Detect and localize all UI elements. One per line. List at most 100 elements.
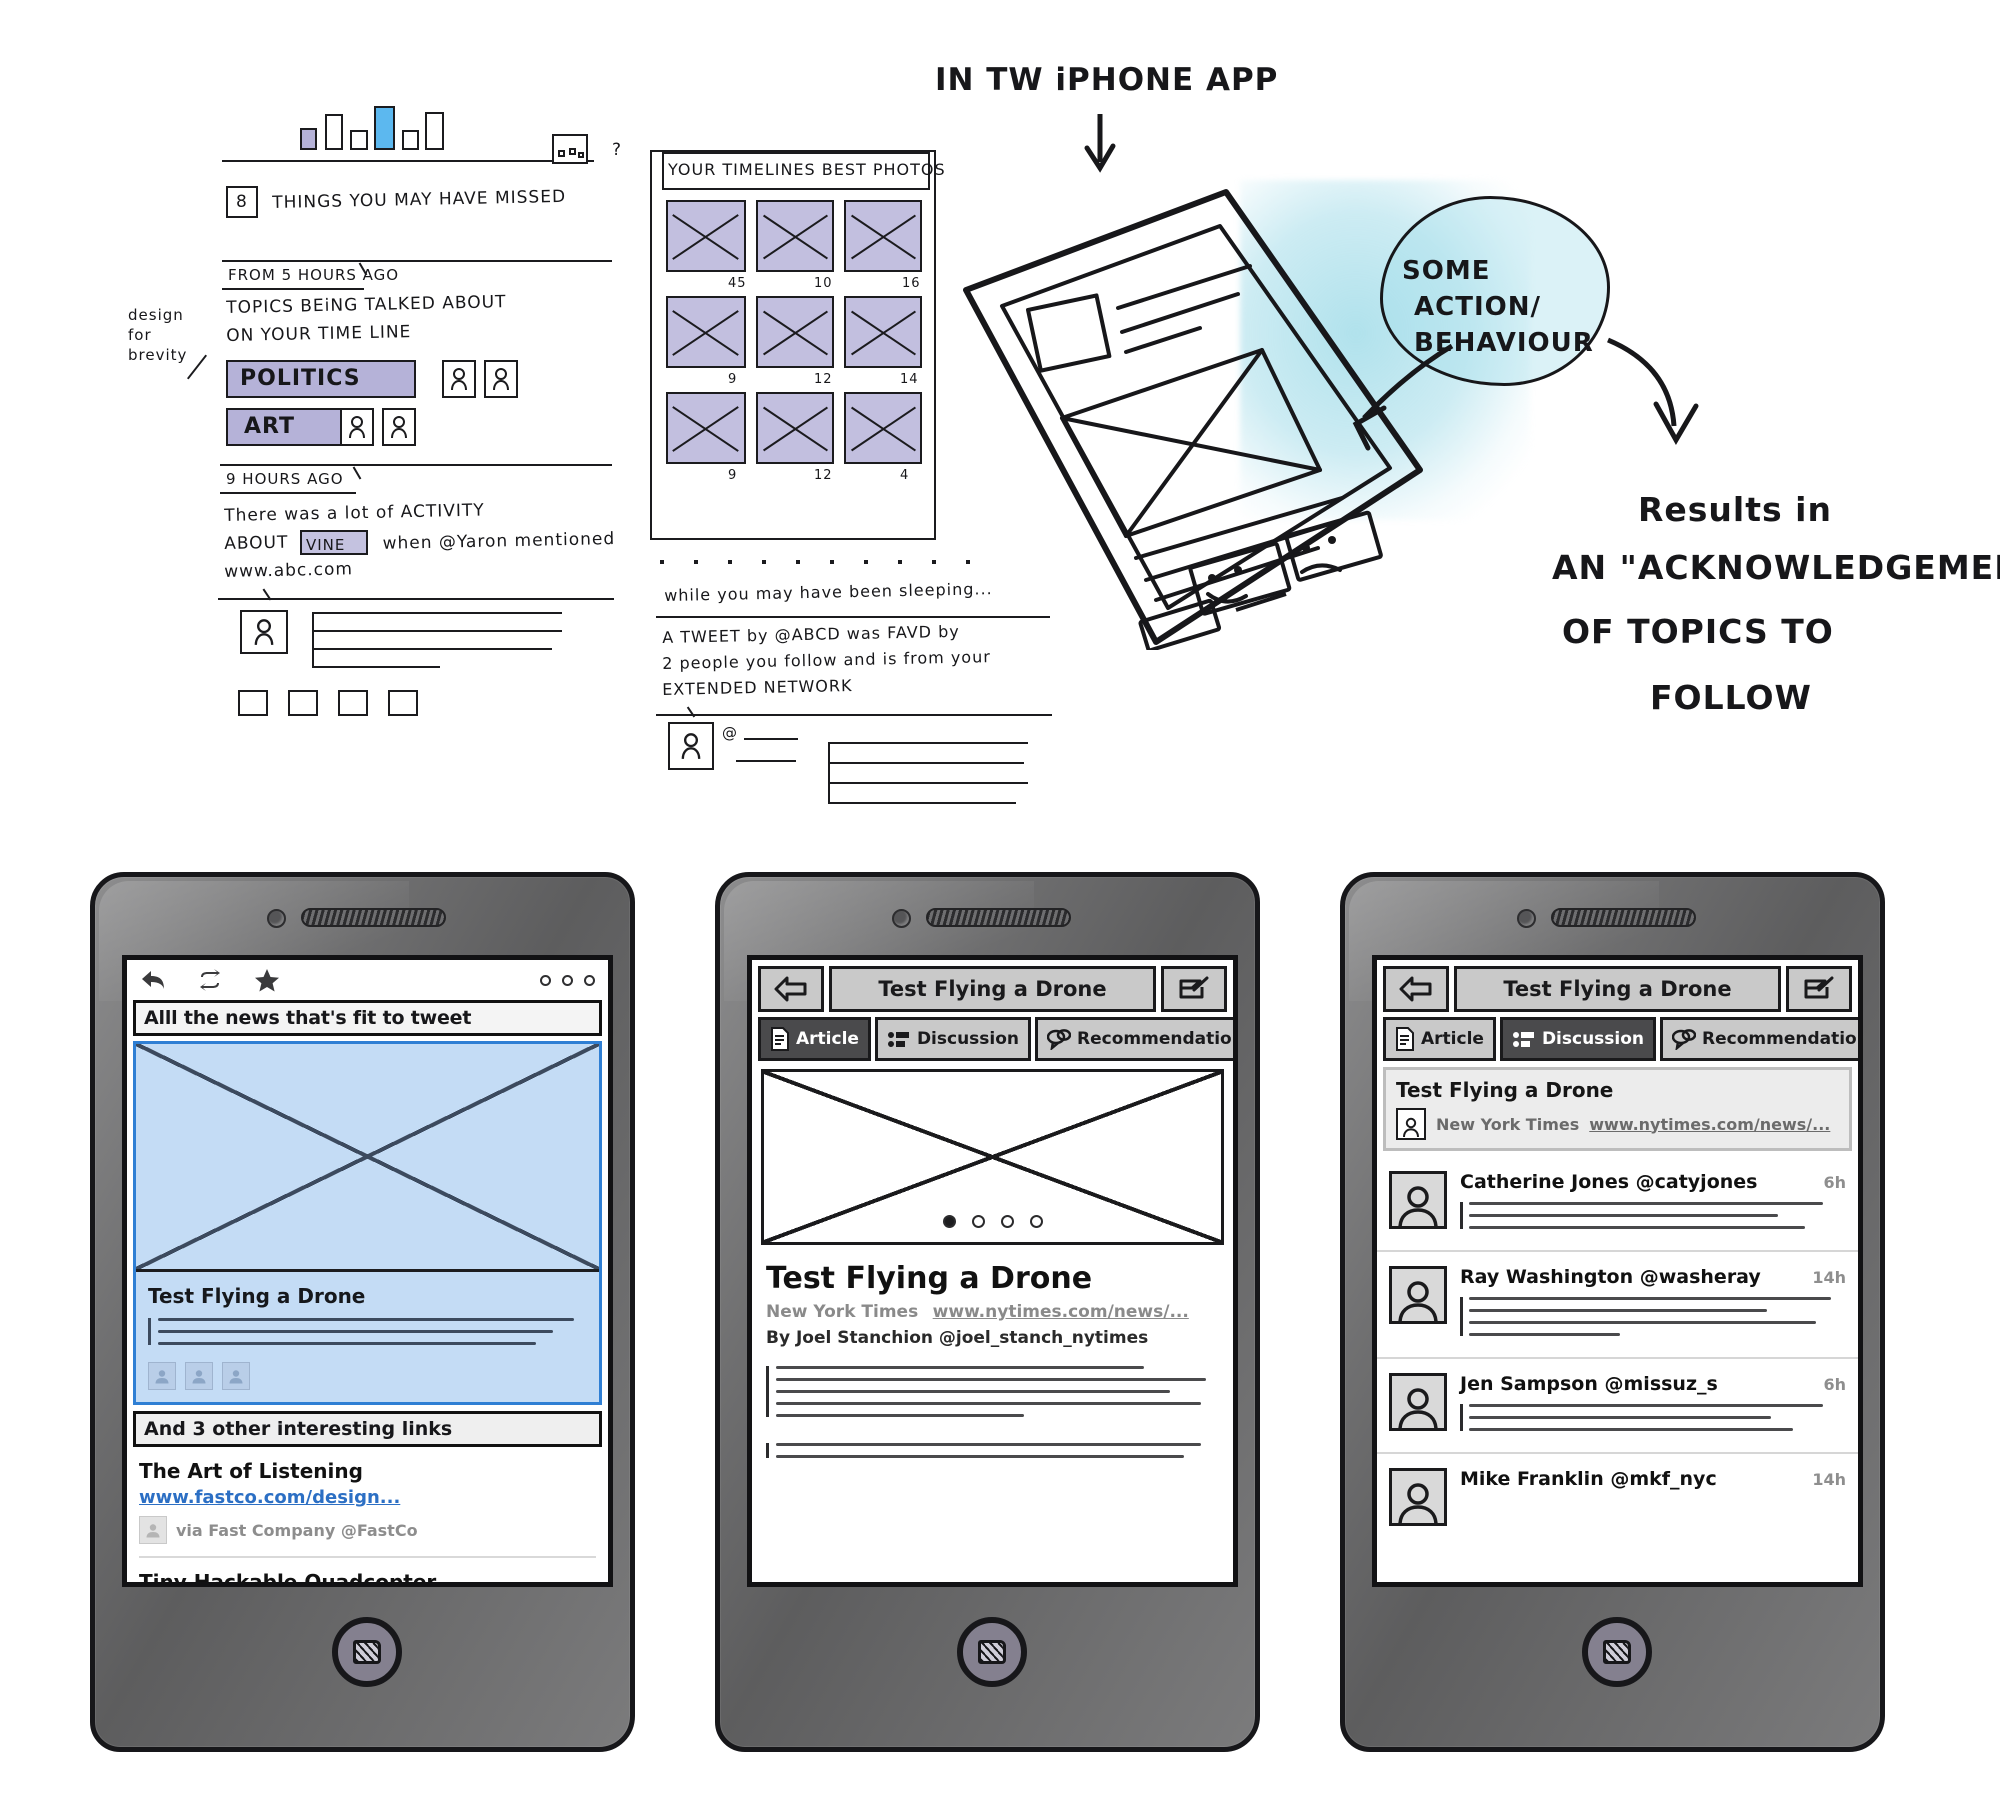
comment-row[interactable]: Jen Sampson @missuz_s 6h bbox=[1377, 1359, 1858, 1454]
article-paragraph-2 bbox=[766, 1443, 1219, 1458]
sketch-rule-3b bbox=[220, 492, 356, 494]
avatar bbox=[1389, 1171, 1447, 1229]
tab-discussion[interactable]: Discussion bbox=[1499, 1017, 1657, 1061]
sketch-quote-line-3 bbox=[828, 782, 1028, 784]
photo-cell-5 bbox=[756, 296, 834, 368]
photo-cell-6 bbox=[844, 296, 922, 368]
sketch-thumb-4 bbox=[388, 690, 418, 716]
phone-3-nav-title: Test Flying a Drone bbox=[1454, 966, 1781, 1012]
photo-count-1: 45 bbox=[728, 276, 747, 291]
pager-dot[interactable] bbox=[1029, 1215, 1043, 1228]
sketch-thumb-1 bbox=[238, 690, 268, 716]
compose-button[interactable] bbox=[1786, 966, 1852, 1012]
document-icon bbox=[1396, 1027, 1414, 1051]
comment-body bbox=[1460, 1297, 1846, 1336]
phone-1-hero-card[interactable]: Test Flying a Drone bbox=[133, 1041, 602, 1405]
compose-button[interactable] bbox=[1161, 966, 1227, 1012]
speech-bubbles-icon bbox=[1672, 1028, 1697, 1050]
phone-1-links-band: And 3 other interesting links bbox=[133, 1411, 602, 1447]
squiggle-marker: ? bbox=[612, 140, 623, 160]
home-glyph-icon bbox=[1603, 1640, 1631, 1664]
avatar bbox=[1396, 1108, 1426, 1140]
chip-notch-b bbox=[352, 466, 362, 480]
link-title: The Art of Listening bbox=[139, 1459, 363, 1483]
pager-dot[interactable] bbox=[942, 1215, 956, 1228]
tab-discussion-label: Discussion bbox=[916, 1029, 1020, 1049]
sketch-quote-line-4 bbox=[828, 802, 1016, 804]
sketch-quote-line-1 bbox=[828, 742, 1028, 744]
compose-icon bbox=[1179, 976, 1209, 999]
phone-3-home-button[interactable] bbox=[1582, 1617, 1652, 1687]
tab-article[interactable]: Article bbox=[758, 1017, 871, 1061]
phone-2-hero-image[interactable] bbox=[761, 1069, 1224, 1245]
comment-row[interactable]: Catherine Jones @catyjones 6h bbox=[1377, 1157, 1858, 1252]
article-source-url[interactable]: www.nytimes.com/news/... bbox=[933, 1302, 1189, 1322]
photo-count-4: 9 bbox=[728, 372, 738, 387]
sketch-thumb-3 bbox=[338, 690, 368, 716]
comment-row[interactable]: Mike Franklin @mkf_nyc 14h bbox=[1377, 1454, 1858, 1538]
phone-1-camera-icon bbox=[267, 909, 286, 928]
phone-3-source-card[interactable]: Test Flying a Drone New York Times www.n… bbox=[1383, 1067, 1852, 1151]
link-url[interactable]: www.fastco.com/design... bbox=[139, 1487, 596, 1508]
sketch-rule-6 bbox=[656, 714, 1052, 716]
sketch-bar-3 bbox=[350, 130, 368, 150]
discussion-icon bbox=[1512, 1032, 1534, 1047]
more-icon[interactable] bbox=[540, 974, 595, 986]
sketch-bar-1 bbox=[300, 128, 317, 150]
tab-discussion[interactable]: Discussion bbox=[874, 1017, 1032, 1061]
tab-recommendations[interactable]: Recommendations bbox=[1035, 1017, 1233, 1061]
tweet-line-3: EXTENDED NETWORK bbox=[662, 676, 853, 699]
article-source: New York Times bbox=[766, 1302, 919, 1322]
topic-avatar-3 bbox=[340, 408, 374, 446]
pager-dot[interactable] bbox=[971, 1215, 985, 1228]
comment-time: 14h bbox=[1812, 1470, 1846, 1489]
phone-3-camera-icon bbox=[1517, 909, 1536, 928]
tab-article[interactable]: Article bbox=[1383, 1017, 1496, 1061]
avatar bbox=[1389, 1373, 1447, 1431]
topic-avatar-1 bbox=[442, 360, 476, 398]
sketch-handle-line-1 bbox=[744, 738, 798, 740]
tweet-line-2: 2 people you follow and is from your bbox=[662, 647, 992, 673]
photo-cell-1 bbox=[666, 200, 746, 272]
photo-count-3: 16 bbox=[902, 276, 921, 291]
comment-author: Mike Franklin @mkf_nyc bbox=[1460, 1468, 1717, 1490]
back-button[interactable] bbox=[758, 966, 824, 1012]
back-button[interactable] bbox=[1383, 966, 1449, 1012]
link-item[interactable]: Tiny Hackable Quadcopter bbox=[127, 1558, 608, 1582]
link-item[interactable]: The Art of Listening www.fastco.com/desi… bbox=[127, 1447, 608, 1558]
photo-cell-2 bbox=[756, 200, 834, 272]
discussion-icon bbox=[887, 1032, 909, 1047]
phone-mockups-region: Alll the news that's fit to tweet Test F… bbox=[0, 856, 2000, 1812]
phone-2-screen: Test Flying a Drone Article Discussion R… bbox=[747, 955, 1238, 1587]
sketch-handle-line-2 bbox=[736, 760, 796, 762]
tab-recommendations[interactable]: Recommendations bbox=[1660, 1017, 1858, 1061]
sketch-handle-stub: @ bbox=[722, 724, 738, 742]
phone-3: Test Flying a Drone Article Discussion R… bbox=[1340, 872, 1885, 1752]
iphone-app-note: IN TW iPHONE APP bbox=[935, 62, 1279, 98]
star-icon[interactable] bbox=[254, 968, 280, 993]
photo-count-8: 12 bbox=[814, 468, 833, 483]
avatar bbox=[1389, 1468, 1447, 1526]
retweet-icon[interactable] bbox=[196, 969, 224, 991]
pager-dot[interactable] bbox=[1000, 1215, 1014, 1228]
phone-1-home-button[interactable] bbox=[332, 1617, 402, 1687]
document-icon bbox=[771, 1027, 789, 1051]
sleeping-line: while you may have been sleeping... bbox=[664, 579, 993, 605]
panel1-body-1a: TOPICS BEiNG TALKED ABOUT bbox=[226, 292, 507, 318]
sketch-stub-line-4 bbox=[312, 666, 440, 668]
photo-cell-4 bbox=[666, 296, 746, 368]
image-pager[interactable] bbox=[764, 1215, 1221, 1228]
bubble-line-2: ACTION/ bbox=[1414, 292, 1541, 322]
margin-note-line1: design bbox=[128, 306, 184, 324]
panel1-body-2b-post: when @Yaron mentioned bbox=[376, 528, 616, 554]
sketch-article-avatar bbox=[240, 610, 288, 654]
comment-row[interactable]: Ray Washington @washeray 14h bbox=[1377, 1252, 1858, 1359]
panel1-body-2c: www.abc.com bbox=[224, 559, 354, 582]
panel1-body-1b: ON YOUR TIME LINE bbox=[226, 322, 412, 346]
source-card-url[interactable]: www.nytimes.com/news/... bbox=[1589, 1115, 1830, 1134]
sketch-bar-6 bbox=[425, 112, 444, 150]
reply-icon[interactable] bbox=[140, 969, 166, 991]
phone-2-home-button[interactable] bbox=[957, 1617, 1027, 1687]
article-source-row: New York Times www.nytimes.com/news/... bbox=[766, 1302, 1219, 1322]
phone-3-tabs: Article Discussion Recommendations bbox=[1377, 1012, 1858, 1061]
